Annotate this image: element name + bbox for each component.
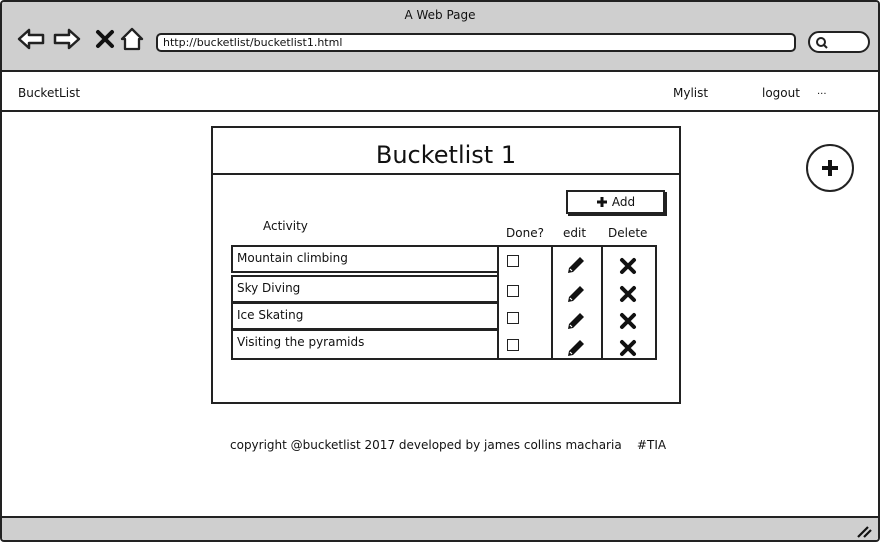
- address-bar[interactable]: http://bucketlist/bucketlist1.html: [156, 33, 796, 52]
- more-menu[interactable]: ...: [817, 86, 827, 97]
- menu-bar: BucketList Mylist logout ...: [2, 74, 878, 112]
- add-button[interactable]: Add: [566, 190, 665, 214]
- brand-link[interactable]: BucketList: [18, 86, 80, 100]
- pencil-icon[interactable]: [565, 337, 587, 359]
- done-checkbox[interactable]: [507, 285, 519, 297]
- mylist-link[interactable]: Mylist: [673, 86, 708, 100]
- add-list-button[interactable]: [806, 144, 854, 192]
- add-button-label: Add: [611, 195, 636, 209]
- back-arrow-icon[interactable]: [16, 24, 46, 54]
- delete-header: Delete: [608, 226, 648, 240]
- edit-header: edit: [563, 226, 587, 240]
- close-icon[interactable]: [90, 24, 120, 54]
- home-icon[interactable]: [117, 24, 147, 54]
- delete-x-icon[interactable]: [619, 285, 637, 303]
- delete-x-icon[interactable]: [619, 257, 637, 275]
- pencil-icon[interactable]: [565, 310, 587, 332]
- done-checkbox[interactable]: [507, 312, 519, 324]
- browser-window: A Web Page http://bucketlist/bucketlist1…: [0, 0, 880, 542]
- done-column: [497, 245, 553, 360]
- status-bar: [2, 516, 878, 540]
- forward-arrow-icon[interactable]: [52, 24, 82, 54]
- list-item: Visiting the pyramids: [231, 329, 499, 360]
- delete-x-icon[interactable]: [619, 312, 637, 330]
- panel-title: Bucketlist 1: [213, 128, 679, 175]
- logout-link[interactable]: logout: [762, 86, 800, 100]
- bucketlist-panel: Bucketlist 1 Add Activity Done? edit Del…: [211, 126, 681, 404]
- activity-header: Activity: [263, 219, 308, 233]
- plus-icon: [596, 197, 607, 207]
- pencil-icon[interactable]: [565, 283, 587, 305]
- done-checkbox[interactable]: [507, 255, 519, 267]
- list-item: Sky Diving: [231, 275, 499, 303]
- list-item: Ice Skating: [231, 302, 499, 330]
- footer-text: copyright @bucketlist 2017 developed by …: [230, 438, 667, 452]
- page-content: Bucketlist 1 Add Activity Done? edit Del…: [2, 114, 878, 516]
- title-bar: A Web Page http://bucketlist/bucketlist1…: [2, 2, 878, 72]
- delete-x-icon[interactable]: [619, 339, 637, 357]
- list-item: Mountain climbing: [231, 245, 499, 273]
- done-header: Done?: [506, 226, 544, 240]
- resize-grip-icon[interactable]: [856, 524, 872, 538]
- search-field[interactable]: [808, 31, 870, 53]
- done-checkbox[interactable]: [507, 339, 519, 351]
- window-title: A Web Page: [404, 8, 476, 22]
- plus-icon: [822, 160, 838, 176]
- search-icon: [816, 37, 828, 49]
- pencil-icon[interactable]: [565, 254, 587, 276]
